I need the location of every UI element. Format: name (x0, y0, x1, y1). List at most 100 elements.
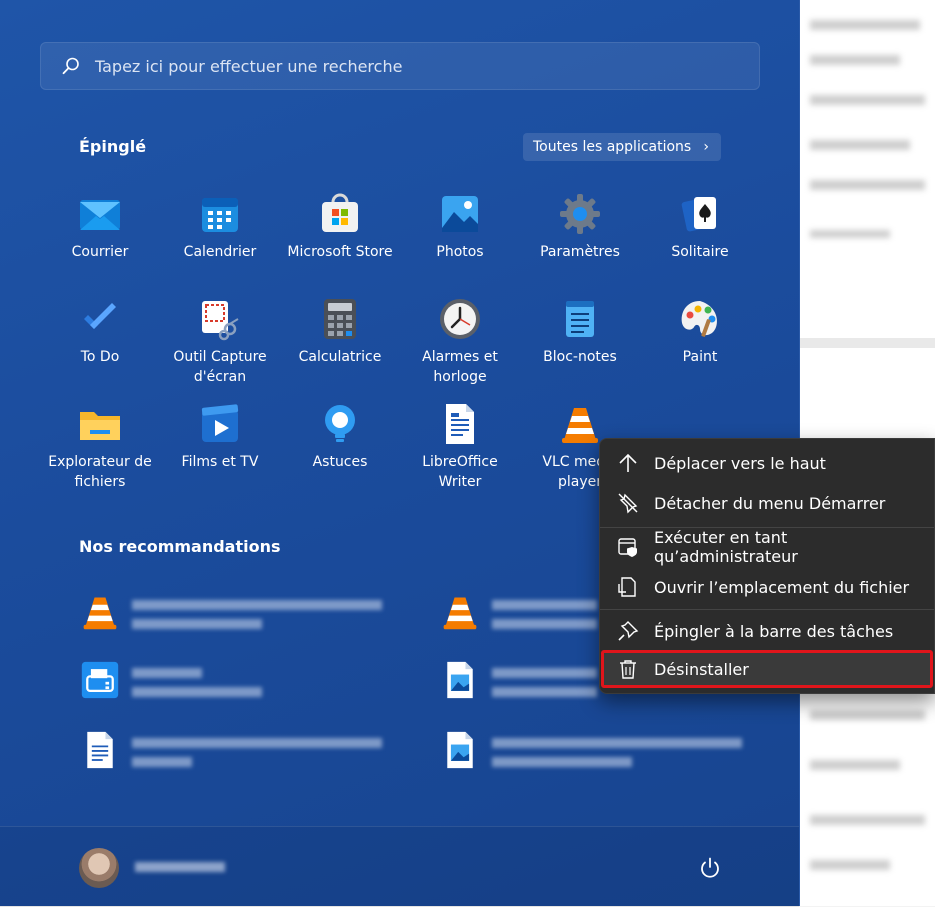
snipping-icon (202, 301, 239, 341)
search-icon (62, 57, 79, 75)
blurred-text (132, 600, 382, 610)
blurred-text (132, 738, 382, 748)
shield-window-icon (618, 538, 637, 557)
menu-item-open-location[interactable]: Ouvrir l’emplacement du fichier (600, 569, 934, 605)
app-label: To Do (80, 349, 120, 365)
pinned-app-writer[interactable]: LibreOffice Writer (400, 402, 520, 492)
pinned-app-parametres[interactable]: Paramètres (520, 192, 640, 262)
app-label: Solitaire (671, 244, 729, 260)
app-label: Courrier (71, 244, 129, 260)
app-label: Photos (436, 244, 484, 260)
pinned-app-todo[interactable]: To Do (40, 297, 160, 367)
app-label: Explorateur de fichiers (48, 454, 152, 490)
recommended-item[interactable] (80, 660, 120, 700)
all-apps-label: Toutes les applications (533, 139, 692, 155)
pin-icon (618, 621, 639, 641)
menu-item-label: Déplacer vers le haut (654, 453, 826, 473)
vlc-icon (443, 597, 477, 630)
play-icon (201, 404, 239, 442)
calendar-icon (202, 198, 238, 232)
blurred-text (132, 668, 202, 678)
recommended-item[interactable] (80, 730, 120, 770)
mail-icon (80, 200, 120, 230)
checkmark-icon (84, 303, 116, 329)
arrow-up-icon (619, 453, 637, 472)
menu-item-move-up[interactable]: Déplacer vers le haut (600, 445, 934, 481)
blurred-text (132, 619, 262, 629)
pinned-app-solitaire[interactable]: Solitaire (640, 192, 760, 262)
app-label: Astuces (312, 454, 368, 470)
blurred-text (132, 757, 192, 767)
clock-icon (440, 299, 480, 339)
cards-icon (681, 197, 716, 232)
folder-icon (80, 412, 120, 440)
vlc-icon (83, 597, 117, 630)
menu-item-label: Exécuter en tant qu’administrateur (654, 528, 798, 566)
vlc-icon (562, 408, 598, 443)
app-label: Films et TV (181, 454, 259, 470)
blurred-text (132, 687, 262, 697)
pinned-app-calculatrice[interactable]: Calculatrice (280, 297, 400, 367)
writer-icon (446, 404, 474, 444)
pinned-app-courrier[interactable]: Courrier (40, 192, 160, 262)
blurred-text (492, 600, 597, 610)
file-location-icon (618, 577, 636, 597)
app-label: Paramètres (540, 244, 620, 260)
photos-icon (442, 196, 478, 232)
menu-item-label: Détacher du menu Démarrer (654, 493, 886, 513)
blurred-text (492, 619, 597, 629)
blurred-text (492, 687, 597, 697)
menu-item-label: Épingler à la barre des tâches (654, 621, 894, 641)
pinned-app-films[interactable]: Films et TV (160, 402, 280, 472)
recommended-item[interactable] (440, 730, 480, 770)
all-apps-button[interactable]: Toutes les applications › (523, 133, 721, 161)
pinned-app-photos[interactable]: Photos (400, 192, 520, 262)
pinned-app-explorateur[interactable]: Explorateur de fichiers (40, 402, 160, 492)
recommended-item[interactable] (440, 660, 480, 700)
store-icon (322, 193, 358, 232)
app-label: Bloc-notes (543, 349, 617, 365)
blurred-text (492, 668, 597, 678)
recommended-item[interactable] (80, 592, 120, 632)
menu-item-label: Ouvrir l’emplacement du fichier (654, 577, 910, 597)
recommended-title: Nos recommandations (79, 537, 281, 556)
pinned-app-capture[interactable]: Outil Capture d'écran (160, 297, 280, 387)
notepad-icon (566, 301, 594, 337)
app-label: Calendrier (183, 244, 257, 260)
pinned-title: Épinglé (79, 137, 147, 156)
pinned-app-calendrier[interactable]: Calendrier (160, 192, 280, 262)
gear-icon (560, 194, 600, 234)
recommended-item[interactable] (440, 592, 480, 632)
trash-icon (620, 660, 636, 679)
app-label: Calculatrice (298, 349, 382, 365)
background-divider (800, 338, 935, 348)
app-label: LibreOffice Writer (422, 454, 498, 490)
blurred-text (492, 738, 742, 748)
menu-item-label: Désinstaller (654, 659, 749, 679)
fax-scan-icon (81, 661, 119, 699)
menu-item-uninstall[interactable]: Désinstaller (601, 650, 933, 688)
context-menu: Déplacer vers le haut Détacher du menu D… (599, 438, 935, 694)
pinned-app-store[interactable]: Microsoft Store (280, 192, 400, 262)
app-label: Microsoft Store (287, 244, 393, 260)
menu-item-pin-taskbar[interactable]: Épingler à la barre des tâches (600, 613, 934, 649)
pinned-app-blocnotes[interactable]: Bloc-notes (520, 297, 640, 367)
pinned-app-alarmes[interactable]: Alarmes et horloge (400, 297, 520, 387)
palette-icon (681, 301, 717, 337)
avatar[interactable] (79, 848, 119, 888)
writer-icon (87, 731, 113, 769)
pinned-app-paint[interactable]: Paint (640, 297, 760, 367)
search-placeholder: Tapez ici pour effectuer une recherche (95, 56, 403, 76)
blurred-username (135, 862, 225, 872)
search-box[interactable]: Tapez ici pour effectuer une recherche (40, 42, 760, 90)
menu-item-run-as-admin[interactable]: Exécuter en tant qu’administrateur (600, 528, 934, 566)
power-icon[interactable] (698, 856, 722, 880)
blurred-text (492, 757, 632, 767)
menu-separator (600, 609, 934, 610)
calculator-icon (324, 299, 356, 339)
unpin-icon (618, 493, 638, 514)
start-footer (0, 826, 799, 907)
menu-item-unpin-start[interactable]: Détacher du menu Démarrer (600, 485, 934, 521)
chevron-right-icon: › (703, 139, 709, 155)
pinned-app-astuces[interactable]: Astuces (280, 402, 400, 472)
